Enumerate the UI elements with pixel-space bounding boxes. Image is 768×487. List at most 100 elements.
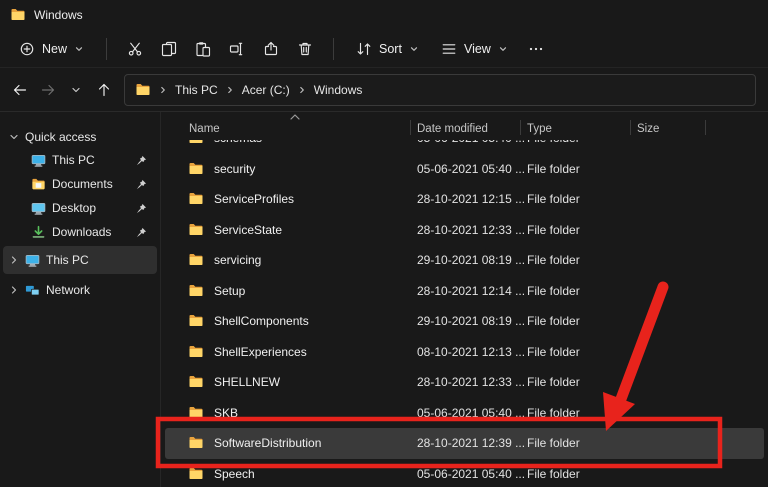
- chevron-down-icon: [74, 44, 84, 54]
- sidebar-node-label: Network: [46, 283, 90, 297]
- sidebar-item-this-pc[interactable]: This PC: [3, 148, 157, 172]
- file-name: ShellExperiences: [214, 345, 307, 359]
- copy-icon: [161, 41, 177, 57]
- folder-icon: [188, 405, 204, 421]
- file-name: SHELLNEW: [214, 375, 280, 389]
- file-date-modified: 28-10-2021 12:33 ...: [417, 375, 527, 389]
- new-button-label: New: [42, 42, 67, 56]
- folder-icon: [188, 252, 204, 268]
- sidebar-node-label: This PC: [46, 253, 89, 267]
- sidebar-item-documents[interactable]: Documents: [3, 172, 157, 196]
- column-headers: Name Date modified Type Size: [161, 112, 768, 140]
- sidebar-item-desktop[interactable]: Desktop: [3, 196, 157, 220]
- file-date-modified: 05-06-2021 05:40 ...: [417, 162, 527, 176]
- folder-icon: [188, 191, 204, 207]
- table-row[interactable]: Setup 28-10-2021 12:14 ... File folder: [165, 276, 764, 307]
- up-button[interactable]: [90, 76, 118, 104]
- column-divider[interactable]: [705, 120, 706, 135]
- file-name: Setup: [214, 284, 245, 298]
- table-row[interactable]: servicing 29-10-2021 08:19 ... File fold…: [165, 245, 764, 276]
- sidebar-item-label: Downloads: [52, 225, 111, 239]
- toolbar: New: [0, 30, 768, 68]
- share-icon: [263, 41, 279, 57]
- file-list-scroll-content: schemas 05-06-2021 05:40 ... File folder: [161, 140, 768, 487]
- toolbar-separator: [106, 38, 107, 60]
- navigation-bar: This PC Acer (C:) Windows: [0, 68, 768, 112]
- folder-icon: [188, 344, 204, 360]
- file-date-modified: 08-10-2021 12:13 ...: [417, 345, 527, 359]
- table-row[interactable]: ShellComponents 29-10-2021 08:19 ... Fil…: [165, 306, 764, 337]
- plus-circle-icon: [19, 41, 35, 57]
- table-row[interactable]: SKB 05-06-2021 05:40 ... File folder: [165, 398, 764, 429]
- chevron-right-icon: [297, 85, 307, 95]
- arrow-up-icon: [96, 82, 112, 98]
- file-date-modified: 29-10-2021 08:19 ...: [417, 253, 527, 267]
- table-row[interactable]: ServiceState 28-10-2021 12:33 ... File f…: [165, 215, 764, 246]
- sidebar-item-label: Desktop: [52, 201, 96, 215]
- arrow-right-icon: [40, 82, 56, 98]
- rename-icon: [229, 41, 245, 57]
- file-date-modified: 28-10-2021 12:33 ...: [417, 223, 527, 237]
- file-type: File folder: [527, 162, 637, 176]
- table-row[interactable]: schemas 05-06-2021 05:40 ... File folder: [165, 140, 764, 154]
- folder-icon: [10, 7, 26, 23]
- column-divider[interactable]: [410, 120, 411, 135]
- forward-button[interactable]: [34, 76, 62, 104]
- sidebar-section-quick-access[interactable]: Quick access: [3, 126, 157, 148]
- file-name: Speech: [214, 467, 255, 481]
- sidebar-item-label: Documents: [52, 177, 113, 191]
- file-type: File folder: [527, 253, 637, 267]
- table-row[interactable]: Speech 05-06-2021 05:40 ... File folder: [165, 459, 764, 487]
- quick-access-label: Quick access: [25, 130, 96, 144]
- window-title: Windows: [34, 8, 83, 22]
- column-header-size[interactable]: Size: [637, 123, 705, 135]
- cut-button[interactable]: [120, 35, 150, 63]
- file-type: File folder: [527, 284, 637, 298]
- breadcrumb-drive-c[interactable]: Acer (C:): [242, 83, 290, 97]
- view-button[interactable]: View: [432, 35, 517, 63]
- copy-button[interactable]: [154, 35, 184, 63]
- file-list: schemas 05-06-2021 05:40 ... File folder: [161, 140, 768, 487]
- table-row[interactable]: SHELLNEW 28-10-2021 12:33 ... File folde…: [165, 367, 764, 398]
- sort-icon: [356, 41, 372, 57]
- column-header-date-modified[interactable]: Date modified: [417, 123, 527, 135]
- column-header-type[interactable]: Type: [527, 123, 637, 135]
- file-date-modified: 05-06-2021 05:40 ...: [417, 406, 527, 420]
- more-options-button[interactable]: [521, 35, 551, 63]
- column-divider[interactable]: [520, 120, 521, 135]
- new-button[interactable]: New: [10, 35, 93, 63]
- chevron-down-icon: [409, 44, 419, 54]
- column-divider[interactable]: [630, 120, 631, 135]
- share-button[interactable]: [256, 35, 286, 63]
- table-row[interactable]: ServiceProfiles 28-10-2021 12:15 ... Fil…: [165, 184, 764, 215]
- chevron-down-icon: [498, 44, 508, 54]
- breadcrumb-windows[interactable]: Windows: [314, 83, 363, 97]
- sidebar-item-downloads[interactable]: Downloads: [3, 220, 157, 244]
- address-bar[interactable]: This PC Acer (C:) Windows: [124, 74, 756, 106]
- table-row[interactable]: SoftwareDistribution 28-10-2021 12:39 ..…: [165, 428, 764, 459]
- file-type: File folder: [527, 140, 637, 145]
- rename-button[interactable]: [222, 35, 252, 63]
- column-header-name[interactable]: Name: [161, 123, 417, 135]
- back-button[interactable]: [6, 76, 34, 104]
- file-pane: Name Date modified Type Size: [160, 112, 768, 487]
- file-name: security: [214, 162, 255, 176]
- folder-icon: [188, 161, 204, 177]
- breadcrumb-this-pc[interactable]: This PC: [175, 83, 218, 97]
- table-row[interactable]: security 05-06-2021 05:40 ... File folde…: [165, 154, 764, 185]
- sidebar-node-this-pc[interactable]: This PC: [3, 246, 157, 274]
- delete-button[interactable]: [290, 35, 320, 63]
- window-body: Quick access This PC Documents: [0, 112, 768, 487]
- recent-locations-button[interactable]: [62, 76, 90, 104]
- documents-folder-icon: [31, 177, 46, 192]
- folder-icon: [188, 283, 204, 299]
- download-icon: [31, 225, 46, 240]
- table-row[interactable]: ShellExperiences 08-10-2021 12:13 ... Fi…: [165, 337, 764, 368]
- file-date-modified: 28-10-2021 12:39 ...: [417, 436, 527, 450]
- file-type: File folder: [527, 375, 637, 389]
- sort-button[interactable]: Sort: [347, 35, 428, 63]
- sidebar-item-label: This PC: [52, 153, 95, 167]
- sidebar-node-network[interactable]: Network: [3, 276, 157, 304]
- paste-button[interactable]: [188, 35, 218, 63]
- file-type: File folder: [527, 223, 637, 237]
